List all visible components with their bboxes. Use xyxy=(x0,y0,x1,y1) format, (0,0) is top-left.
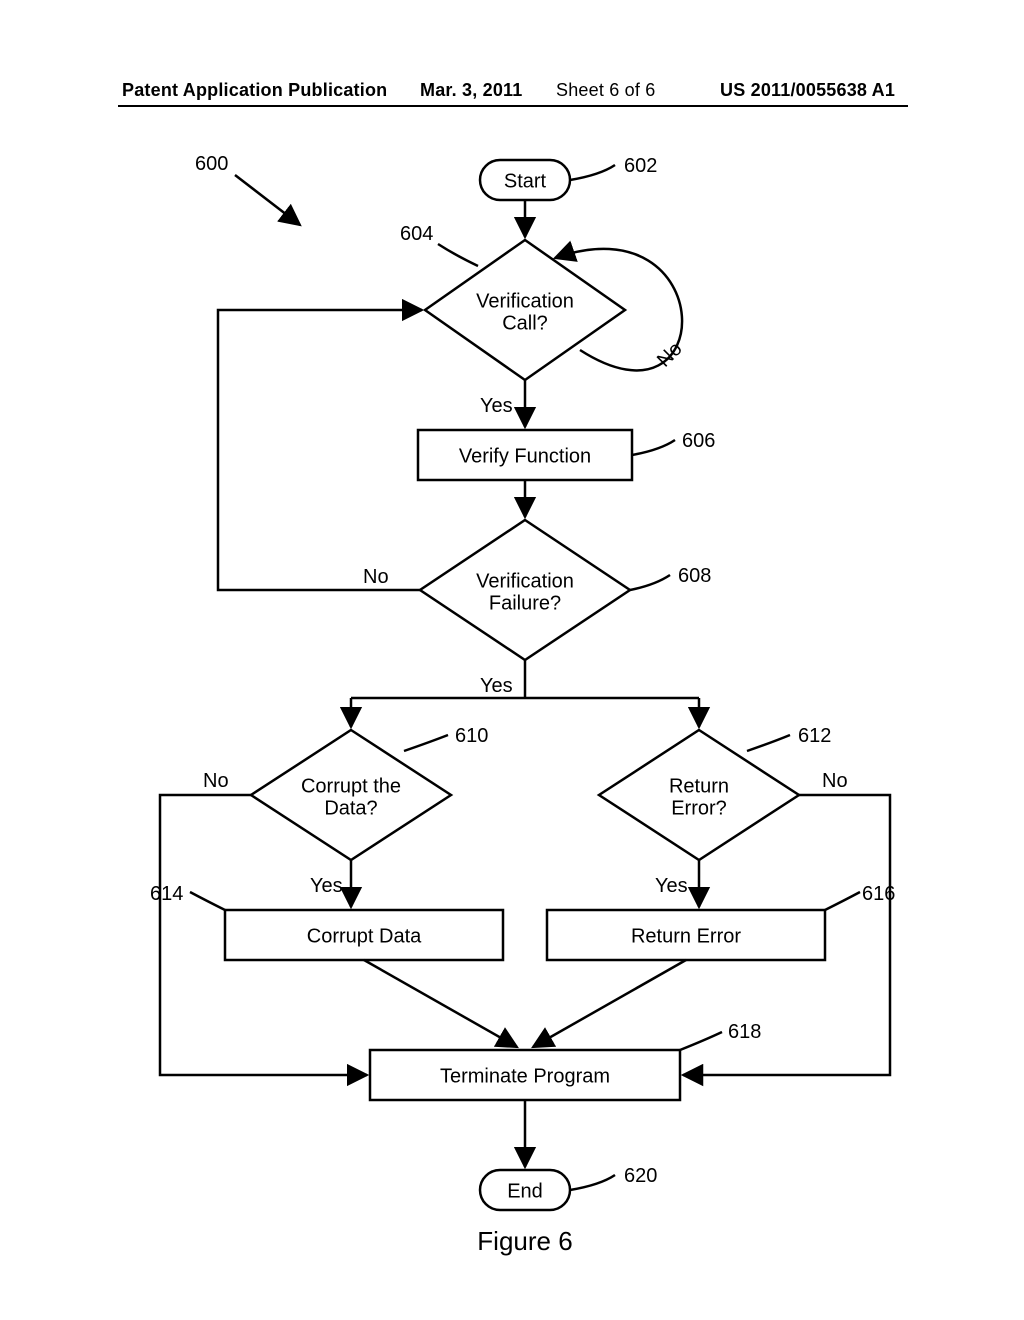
leader-610 xyxy=(404,735,448,751)
node-606-verify-function: Verify Function xyxy=(418,430,632,480)
label-608-no: No xyxy=(363,566,389,588)
leader-618 xyxy=(680,1032,722,1050)
svg-text:Error?: Error? xyxy=(671,797,727,819)
svg-text:Return Error: Return Error xyxy=(631,925,741,947)
header-rule xyxy=(118,105,908,107)
header-date: Mar. 3, 2011 xyxy=(420,80,522,101)
svg-text:Corrupt Data: Corrupt Data xyxy=(307,925,422,947)
label-608-yes: Yes xyxy=(480,675,513,697)
leader-612 xyxy=(747,735,790,751)
ref-614: 614 xyxy=(150,883,183,905)
label-610-yes: Yes xyxy=(310,875,343,897)
svg-text:Verification: Verification xyxy=(476,570,574,592)
svg-text:Call?: Call? xyxy=(502,312,548,334)
ref-612: 612 xyxy=(798,725,831,747)
edge-608-no-loop xyxy=(218,310,422,590)
flowchart: Start 602 Verification Call? 604 No Yes … xyxy=(0,140,1024,1320)
node-610-corrupt-data-q: Corrupt the Data? xyxy=(251,730,451,860)
svg-text:End: End xyxy=(507,1180,543,1202)
label-612-yes: Yes xyxy=(655,875,688,897)
ref-610: 610 xyxy=(455,725,488,747)
label-610-no: No xyxy=(203,770,229,792)
svg-text:Terminate Program: Terminate Program xyxy=(440,1065,610,1087)
leader-602 xyxy=(570,165,615,180)
node-614-corrupt-data: Corrupt Data xyxy=(225,910,503,960)
svg-text:Return: Return xyxy=(669,775,729,797)
svg-text:Data?: Data? xyxy=(324,797,377,819)
edge-614-618 xyxy=(364,960,517,1047)
svg-text:Failure?: Failure? xyxy=(489,592,561,614)
node-608-verification-failure: Verification Failure? xyxy=(420,520,630,660)
node-612-return-error-q: Return Error? xyxy=(599,730,799,860)
leader-616 xyxy=(825,892,860,910)
node-618-terminate: Terminate Program xyxy=(370,1050,680,1100)
leader-614 xyxy=(190,892,225,910)
svg-text:Verify Function: Verify Function xyxy=(459,445,591,467)
node-end: End xyxy=(480,1170,570,1210)
label-604-yes: Yes xyxy=(480,395,513,417)
leader-604 xyxy=(438,244,478,266)
ref-606: 606 xyxy=(682,430,715,452)
ref-602: 602 xyxy=(624,155,657,177)
svg-text:Verification: Verification xyxy=(476,290,574,312)
header-sheet: Sheet 6 of 6 xyxy=(556,80,655,101)
node-616-return-error: Return Error xyxy=(547,910,825,960)
leader-620 xyxy=(570,1175,615,1190)
leader-600 xyxy=(235,175,300,225)
ref-618: 618 xyxy=(728,1021,761,1043)
svg-text:Corrupt the: Corrupt the xyxy=(301,775,401,797)
leader-606 xyxy=(632,440,675,455)
label-612-no: No xyxy=(822,770,848,792)
ref-608: 608 xyxy=(678,565,711,587)
ref-604: 604 xyxy=(400,223,433,245)
edge-616-618 xyxy=(533,960,686,1047)
header-docnum: US 2011/0055638 A1 xyxy=(720,80,895,101)
node-start: Start xyxy=(480,160,570,200)
figure-caption: Figure 6 xyxy=(477,1226,572,1256)
leader-608 xyxy=(630,575,670,590)
ref-600: 600 xyxy=(195,153,228,175)
ref-620: 620 xyxy=(624,1165,657,1187)
svg-text:Start: Start xyxy=(504,170,547,192)
header-publication: Patent Application Publication xyxy=(122,80,387,101)
